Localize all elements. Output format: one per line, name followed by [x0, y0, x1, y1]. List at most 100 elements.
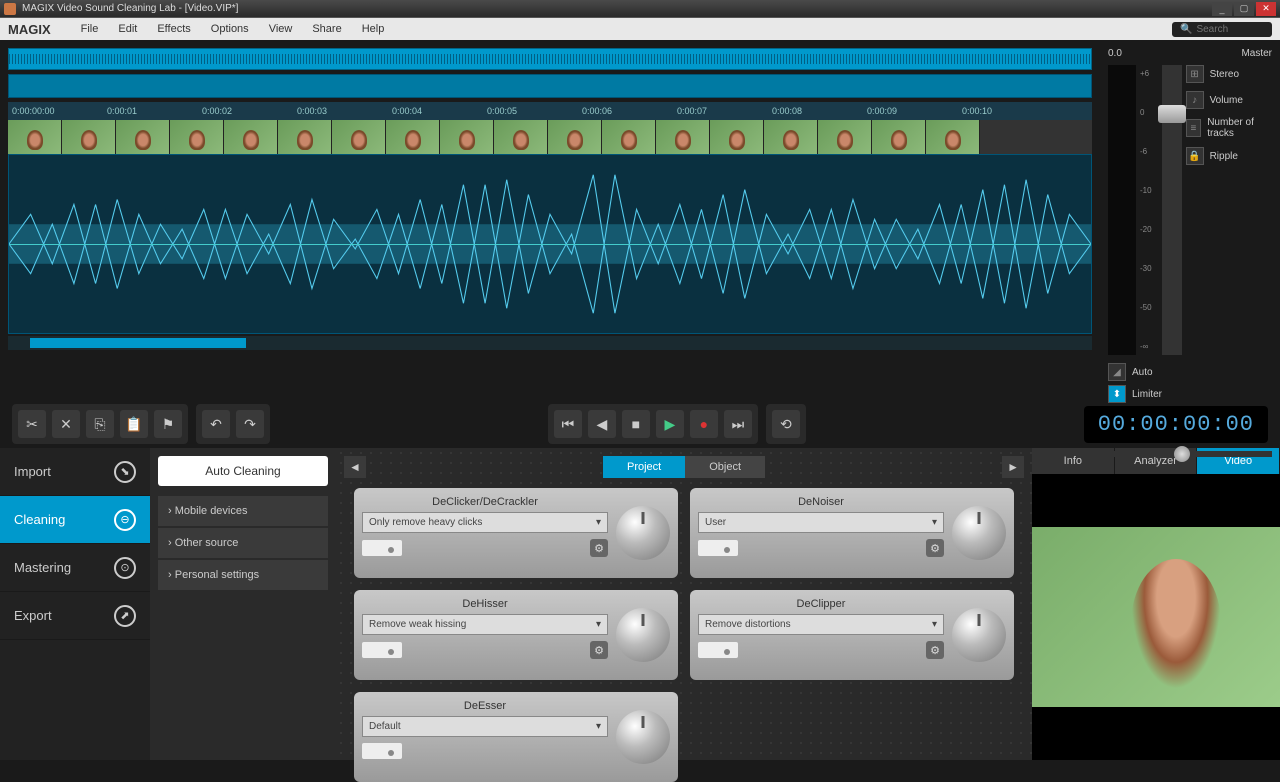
fx-declicker-settings[interactable]: ⚙ [590, 539, 608, 557]
fx-dehisser-knob[interactable] [616, 608, 670, 662]
fx-declicker-knob[interactable] [616, 506, 670, 560]
overview-waveform[interactable] [8, 48, 1092, 70]
ruler-mark: 0:00:01 [103, 106, 198, 116]
monitor-slider[interactable] [1108, 451, 1272, 457]
marker-button[interactable]: ⚑ [154, 410, 182, 438]
nav-import[interactable]: Import⬊ [0, 448, 150, 496]
skip-end-button[interactable]: ⏭ [724, 410, 752, 438]
scrollbar-thumb[interactable] [30, 338, 247, 348]
fx-declicker-title: DeClicker/DeCrackler [362, 496, 608, 508]
menu-view[interactable]: View [259, 23, 303, 35]
ripple-toggle[interactable]: 🔒Ripple [1186, 147, 1272, 165]
nav-export[interactable]: Export⬈ [0, 592, 150, 640]
mastering-icon: ⊙ [114, 557, 136, 579]
master-label: Master [1241, 48, 1272, 59]
fx-dehisser-title: DeHisser [362, 598, 608, 610]
timeline-scrollbar[interactable] [8, 336, 1092, 350]
ruler-mark: 0:00:10 [958, 106, 1053, 116]
menu-options[interactable]: Options [201, 23, 259, 35]
time-ruler[interactable]: 0:00:00:00 0:00:01 0:00:02 0:00:03 0:00:… [8, 102, 1092, 120]
fx-declicker-preset[interactable]: Only remove heavy clicks▾ [362, 512, 608, 533]
fx-denoiser-settings[interactable]: ⚙ [926, 539, 944, 557]
cut-button[interactable]: ✂ [18, 410, 46, 438]
menu-edit[interactable]: Edit [108, 23, 147, 35]
fx-deesser-knob[interactable] [616, 710, 670, 764]
fx-dehisser: DeHisser Remove weak hissing▾ ⚙ [354, 590, 678, 680]
chevron-down-icon: ▾ [932, 517, 937, 528]
menu-file[interactable]: File [71, 23, 109, 35]
volume-fader[interactable] [1162, 65, 1182, 355]
redo-button[interactable]: ↷ [236, 410, 264, 438]
chevron-down-icon: ▾ [596, 721, 601, 732]
auto-cleaning-button[interactable]: Auto Cleaning [158, 456, 328, 486]
overview-range[interactable] [8, 74, 1092, 98]
fx-declipper-title: DeClipper [698, 598, 944, 610]
auto-toggle[interactable]: ◢Auto [1108, 363, 1272, 381]
play-button[interactable]: ▶ [656, 410, 684, 438]
preset-mobile[interactable]: › Mobile devices [158, 496, 328, 526]
fx-deesser-toggle[interactable] [362, 743, 402, 759]
search-box[interactable]: 🔍 [1172, 22, 1272, 37]
undo-button[interactable]: ↶ [202, 410, 230, 438]
minimize-button[interactable]: _ [1212, 2, 1232, 16]
fader-handle[interactable] [1158, 105, 1186, 123]
copy-button[interactable]: ⎘ [86, 410, 114, 438]
timecode-display: 00:00:00:00 [1084, 406, 1268, 443]
fx-dehisser-toggle[interactable] [362, 642, 402, 658]
video-thumbnails[interactable] [8, 120, 1092, 154]
preset-other[interactable]: › Other source [158, 528, 328, 558]
paste-button[interactable]: 📋 [120, 410, 148, 438]
menu-help[interactable]: Help [352, 23, 395, 35]
ruler-mark: 0:00:05 [483, 106, 578, 116]
fx-declipper-toggle[interactable] [698, 642, 738, 658]
skip-start-button[interactable]: ⏮ [554, 410, 582, 438]
fx-declipper-preset[interactable]: Remove distortions▾ [698, 614, 944, 635]
loop-button[interactable]: ⟲ [772, 410, 800, 438]
close-button[interactable]: ✕ [1256, 2, 1276, 16]
menu-effects[interactable]: Effects [147, 23, 200, 35]
fx-dehisser-settings[interactable]: ⚙ [590, 641, 608, 659]
fx-declipper-knob[interactable] [952, 608, 1006, 662]
window-title: MAGIX Video Sound Cleaning Lab - [Video.… [22, 3, 1212, 14]
fx-declicker: DeClicker/DeCrackler Only remove heavy c… [354, 488, 678, 578]
preview-frame [1032, 527, 1280, 707]
nav-cleaning[interactable]: Cleaning⊖ [0, 496, 150, 544]
fx-deesser-preset[interactable]: Default▾ [362, 716, 608, 737]
preset-personal[interactable]: › Personal settings [158, 560, 328, 590]
fx-dehisser-preset[interactable]: Remove weak hissing▾ [362, 614, 608, 635]
master-value: 0.0 [1108, 48, 1122, 59]
ruler-mark: 0:00:09 [863, 106, 958, 116]
tab-info[interactable]: Info [1032, 448, 1115, 474]
delete-button[interactable]: ✕ [52, 410, 80, 438]
stereo-toggle[interactable]: ⊞Stereo [1186, 65, 1272, 83]
fx-denoiser-preset[interactable]: User▾ [698, 512, 944, 533]
fx-declicker-toggle[interactable] [362, 540, 402, 556]
main-waveform[interactable] [8, 154, 1092, 334]
search-input[interactable] [1196, 24, 1266, 35]
prev-page-button[interactable]: ◄ [344, 456, 366, 478]
maximize-button[interactable]: ▢ [1234, 2, 1254, 16]
meter-scale: +60 -6-10 -20-30 -50-∞ [1140, 65, 1152, 355]
next-page-button[interactable]: ► [1002, 456, 1024, 478]
monitor-knob[interactable] [1174, 446, 1190, 462]
brand-logo: MAGIX [8, 22, 51, 37]
nav-mastering[interactable]: Mastering⊙ [0, 544, 150, 592]
prev-button[interactable]: ◀ [588, 410, 616, 438]
ruler-mark: 0:00:02 [198, 106, 293, 116]
fx-deesser-title: DeEsser [362, 700, 608, 712]
timeline-panel: 0:00:00:00 0:00:01 0:00:02 0:00:03 0:00:… [0, 40, 1100, 400]
fx-declipper: DeClipper Remove distortions▾ ⚙ [690, 590, 1014, 680]
tracks-toggle[interactable]: ≡Number of tracks [1186, 117, 1272, 139]
chevron-down-icon: ▾ [596, 517, 601, 528]
stop-button[interactable]: ■ [622, 410, 650, 438]
fx-declipper-settings[interactable]: ⚙ [926, 641, 944, 659]
fx-denoiser-toggle[interactable] [698, 540, 738, 556]
record-button[interactable]: ● [690, 410, 718, 438]
limiter-toggle[interactable]: ⬍Limiter [1108, 385, 1272, 403]
tab-object[interactable]: Object [685, 456, 765, 478]
tab-project[interactable]: Project [603, 456, 685, 478]
app-icon [4, 3, 16, 15]
menu-share[interactable]: Share [302, 23, 351, 35]
fx-denoiser-knob[interactable] [952, 506, 1006, 560]
level-meter [1108, 65, 1136, 355]
